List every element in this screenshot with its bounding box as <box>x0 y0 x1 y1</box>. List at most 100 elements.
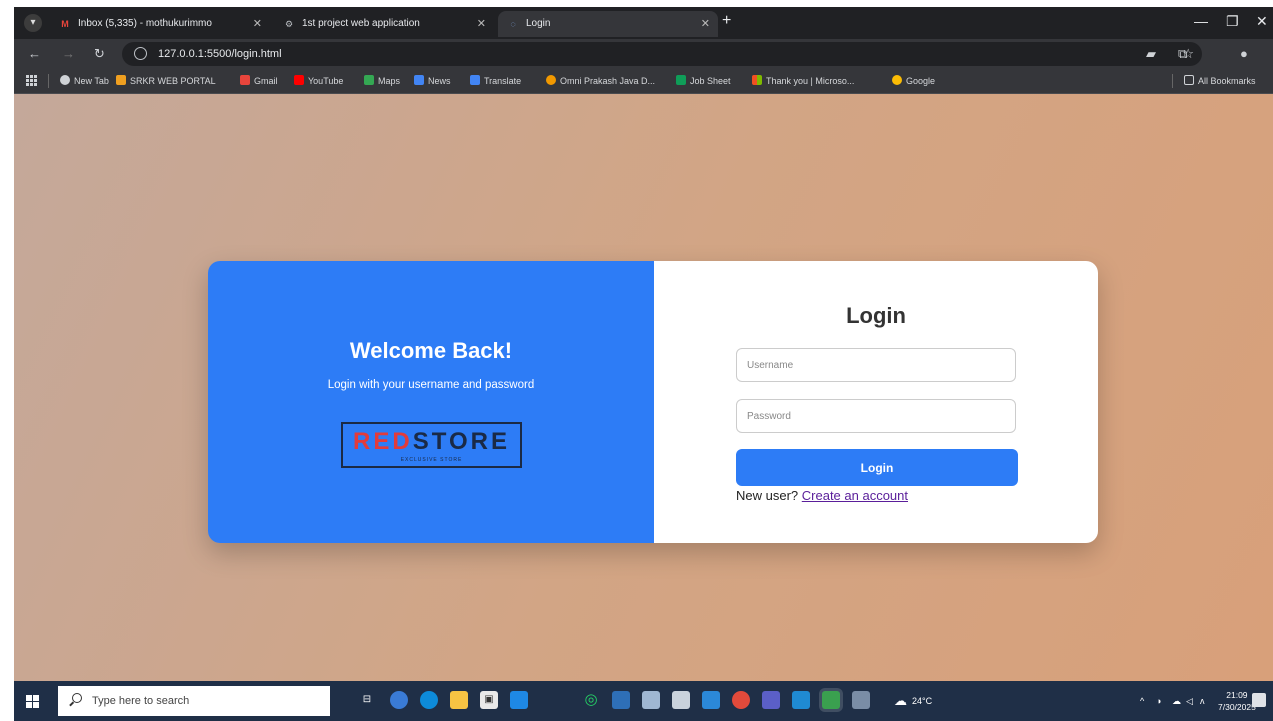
divider <box>1172 74 1173 88</box>
task-view-icon[interactable]: ⊟ <box>358 691 376 709</box>
store-icon[interactable]: ▣ <box>480 691 498 709</box>
signup-prompt: New user? Create an account <box>736 488 908 503</box>
bookmark-youtube[interactable]: YouTube <box>294 69 343 93</box>
restore-icon[interactable]: ❐ <box>1226 13 1239 30</box>
clock-time: 21:09 <box>1226 690 1248 700</box>
login-card: Welcome Back! Login with your username a… <box>208 261 1098 543</box>
url-text[interactable]: 127.0.0.1:5500/login.html <box>158 42 282 66</box>
edge-icon[interactable] <box>420 691 438 709</box>
close-tab-icon[interactable]: ✕ <box>701 11 710 37</box>
windows-taskbar: Type here to search ⊟ ▣ ◎ ☁ 24°C ^ ◑ ☁ ◁… <box>14 681 1273 721</box>
bookmarks-bar: New Tab SRKR WEB PORTAL Gmail YouTube Ma… <box>14 69 1273 94</box>
maps-icon <box>364 75 374 85</box>
tab-search-icon[interactable]: ▾ <box>24 14 42 32</box>
notification-icon[interactable] <box>1252 693 1266 707</box>
weather-icon[interactable]: ☁ <box>894 681 907 721</box>
new-user-text: New user? <box>736 488 799 503</box>
tab-gmail[interactable]: M Inbox (5,335) - mothukurimmo ✕ <box>50 11 270 37</box>
bookmark-job-sheet[interactable]: Job Sheet <box>676 69 731 93</box>
browser-tab-bar: ▾ M Inbox (5,335) - mothukurimmo ✕ ⚙ 1st… <box>14 7 1273 39</box>
globe-icon: ◌ <box>510 19 516 29</box>
close-tab-icon[interactable]: ✕ <box>477 11 486 37</box>
taskbar-clock[interactable]: 21:09 7/30/2025 <box>1218 689 1256 713</box>
gmail-icon <box>240 75 250 85</box>
new-tab-icon[interactable]: + <box>722 12 731 30</box>
forward-icon[interactable]: → <box>62 46 75 61</box>
globe-icon: ⚙ <box>284 19 294 29</box>
welcome-title: Welcome Back! <box>349 338 513 363</box>
vscode-icon[interactable] <box>792 691 810 709</box>
close-window-icon[interactable]: ✕ <box>1256 13 1268 30</box>
bookmark-java[interactable]: Omni Prakash Java D... <box>546 69 655 93</box>
login-heading: Login <box>846 303 906 328</box>
address-bar[interactable]: 127.0.0.1:5500/login.html ☆ <box>122 42 1202 66</box>
minimize-icon[interactable]: — <box>1194 13 1208 29</box>
clock-date: 7/30/2025 <box>1218 702 1256 712</box>
welcome-panel: Welcome Back! Login with your username a… <box>208 261 654 543</box>
back-icon[interactable]: ← <box>28 46 41 61</box>
create-account-link[interactable]: Create an account <box>802 488 908 503</box>
news-icon <box>414 75 424 85</box>
teams-icon[interactable] <box>762 691 780 709</box>
copilot-icon[interactable] <box>390 691 408 709</box>
extensions-icon[interactable]: ⧉ <box>1178 46 1187 62</box>
browser-toolbar: ← → ↻ 127.0.0.1:5500/login.html ☆ ▰ ⧉ ● <box>14 39 1273 69</box>
tab-title: Login <box>526 18 551 29</box>
new-tab-bookmark-icon <box>60 75 70 85</box>
bookmark-translate[interactable]: Translate <box>470 69 521 93</box>
google-icon <box>892 75 902 85</box>
bookmark-google[interactable]: Google <box>892 69 935 93</box>
folder-icon <box>1184 75 1194 85</box>
translate-icon <box>470 75 480 85</box>
whatsapp-icon[interactable]: ◎ <box>582 691 600 709</box>
app-icon[interactable] <box>852 691 870 709</box>
onedrive-icon[interactable]: ☁ <box>1172 681 1181 721</box>
apps-grid-icon[interactable] <box>26 75 37 86</box>
network-icon[interactable]: ◑ <box>1156 681 1161 721</box>
active-app-icon[interactable] <box>822 691 840 709</box>
weather-temp[interactable]: 24°C <box>912 681 932 721</box>
gmail-icon: M <box>61 19 69 29</box>
bookmark-news[interactable]: News <box>414 69 451 93</box>
welcome-subtitle: Login with your username and password <box>327 379 535 391</box>
pencil-icon <box>116 75 126 85</box>
windows-start-icon[interactable] <box>26 695 39 708</box>
redstore-logo: REDSTORE EXCLUSIVE STORE <box>341 422 522 468</box>
volume-icon[interactable]: ◁ <box>1186 681 1193 721</box>
tab-login[interactable]: ◌ Login ✕ <box>498 11 718 37</box>
login-form-panel: Login Login New user? Create an account <box>654 261 1098 543</box>
username-input[interactable] <box>736 348 1016 382</box>
divider <box>48 74 49 88</box>
mail-icon[interactable] <box>510 691 528 709</box>
bookmark-microsoft[interactable]: Thank you | Microso... <box>752 69 854 93</box>
all-bookmarks[interactable]: All Bookmarks <box>1184 69 1256 93</box>
profile-avatar-icon[interactable]: ● <box>1240 46 1248 61</box>
microsoft-icon <box>752 75 762 85</box>
bookmark-gmail[interactable]: Gmail <box>240 69 278 93</box>
taskbar-search[interactable]: Type here to search <box>58 686 330 716</box>
reload-icon[interactable]: ↻ <box>94 46 105 62</box>
password-input[interactable] <box>736 399 1016 433</box>
page-background: Welcome Back! Login with your username a… <box>14 94 1273 681</box>
bookmark-maps[interactable]: Maps <box>364 69 400 93</box>
app-icon[interactable] <box>672 691 690 709</box>
language-icon[interactable]: ʌ <box>1200 681 1205 721</box>
cast-icon[interactable]: ▰ <box>1146 46 1156 62</box>
sheets-icon <box>676 75 686 85</box>
app-icon[interactable] <box>642 691 660 709</box>
login-button[interactable]: Login <box>736 449 1018 486</box>
tab-project[interactable]: ⚙ 1st project web application ✕ <box>274 11 494 37</box>
tab-title: Inbox (5,335) - mothukurimmo <box>78 18 212 29</box>
app-icon[interactable] <box>612 691 630 709</box>
chevron-up-icon[interactable]: ^ <box>1140 681 1144 721</box>
java-bookmark-icon <box>546 75 556 85</box>
chrome-icon[interactable] <box>732 691 750 709</box>
search-placeholder: Type here to search <box>92 695 190 707</box>
bookmark-new-tab[interactable]: New Tab <box>60 69 109 93</box>
tab-title: 1st project web application <box>302 18 420 29</box>
outlook-icon[interactable] <box>702 691 720 709</box>
file-explorer-icon[interactable] <box>450 691 468 709</box>
close-tab-icon[interactable]: ✕ <box>253 11 262 37</box>
bookmark-srkr[interactable]: SRKR WEB PORTAL <box>116 69 216 93</box>
site-info-icon[interactable] <box>134 47 147 60</box>
